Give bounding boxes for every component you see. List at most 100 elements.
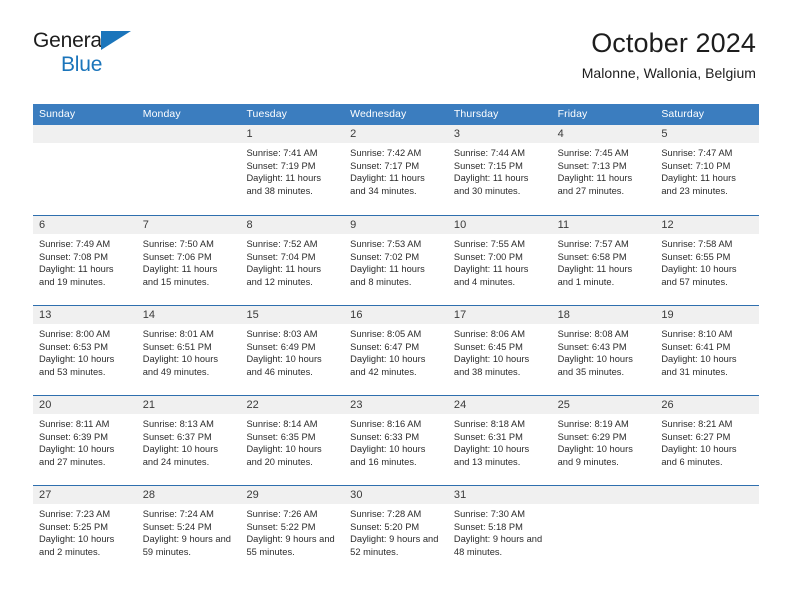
sunrise-text: Sunrise: 7:49 AM [39, 239, 111, 249]
sunrise-text: Sunrise: 8:00 AM [39, 329, 111, 339]
calendar-day-cell[interactable]: 25 Sunrise: 8:19 AM Sunset: 6:29 PM Dayligh… [551, 396, 656, 485]
day-number: 25 [551, 396, 656, 414]
sunrise-text: Sunrise: 7:41 AM [246, 148, 318, 158]
daylight-text: Daylight: 11 hours and 34 minutes. [350, 173, 425, 196]
calendar-day-cell[interactable]: 31 Sunrise: 7:30 AM Sunset: 5:18 PM Dayligh… [447, 486, 552, 575]
sunset-text: Sunset: 6:49 PM [246, 341, 316, 352]
sunset-text: Sunset: 6:37 PM [142, 431, 212, 442]
day-details: Sunrise: 8:11 AM Sunset: 6:39 PM Daylight:… [33, 414, 137, 468]
day-number: 1 [240, 125, 345, 143]
daylight-text: Daylight: 10 hours and 27 minutes. [39, 444, 115, 467]
sunrise-text: Sunrise: 7:24 AM [142, 509, 214, 519]
calendar-weeks: 1 Sunrise: 7:41 AM Sunset: 7:19 PM Daylight… [33, 125, 760, 575]
day-number: 15 [240, 306, 345, 324]
day-details: Sunrise: 7:26 AM Sunset: 5:22 PM Daylight:… [240, 504, 344, 558]
sunrise-text: Sunrise: 8:21 AM [661, 419, 733, 429]
daylight-text: Daylight: 10 hours and 53 minutes. [39, 354, 115, 377]
sunrise-text: Sunrise: 8:08 AM [557, 329, 629, 339]
calendar-day-cell[interactable]: 20 Sunrise: 8:11 AM Sunset: 6:39 PM Dayligh… [33, 396, 137, 485]
calendar-day-cell[interactable]: 7 Sunrise: 7:50 AM Sunset: 7:06 PM Daylight… [136, 216, 241, 305]
sunset-text: Sunset: 5:20 PM [350, 521, 420, 532]
calendar-day-cell[interactable]: 19 Sunrise: 8:10 AM Sunset: 6:41 PM Dayligh… [655, 306, 760, 395]
sunset-text: Sunset: 6:43 PM [557, 341, 627, 352]
day-details: Sunrise: 7:53 AM Sunset: 7:02 PM Daylight:… [344, 234, 448, 288]
calendar-day-cell[interactable]: 1 Sunrise: 7:41 AM Sunset: 7:19 PM Daylight… [240, 125, 345, 215]
title-block: October 2024 Malonne, Wallonia, Belgium [582, 28, 756, 81]
calendar-day-cell[interactable]: 18 Sunrise: 8:08 AM Sunset: 6:43 PM Dayligh… [551, 306, 656, 395]
calendar-day-cell[interactable]: 16 Sunrise: 8:05 AM Sunset: 6:47 PM Dayligh… [344, 306, 448, 395]
page-title: October 2024 [591, 28, 756, 58]
calendar-day-cell[interactable]: 3 Sunrise: 7:44 AM Sunset: 7:15 PM Daylight… [447, 125, 552, 215]
day-details: Sunrise: 7:45 AM Sunset: 7:13 PM Daylight:… [552, 143, 656, 197]
sunset-text: Sunset: 6:41 PM [661, 341, 731, 352]
sunset-text: Sunset: 6:39 PM [39, 431, 109, 442]
calendar-day-cell[interactable]: 8 Sunrise: 7:52 AM Sunset: 7:04 PM Daylight… [240, 216, 345, 305]
sunset-text: Sunset: 5:18 PM [453, 521, 523, 532]
day-number: 3 [447, 125, 552, 143]
calendar-day-cell[interactable]: 12 Sunrise: 7:58 AM Sunset: 6:55 PM Dayligh… [655, 216, 760, 305]
calendar-day-cell-empty [655, 486, 760, 575]
calendar-day-cell[interactable]: 27 Sunrise: 7:23 AM Sunset: 5:25 PM Dayligh… [33, 486, 137, 575]
calendar-day-cell[interactable]: 4 Sunrise: 7:45 AM Sunset: 7:13 PM Daylight… [551, 125, 656, 215]
calendar-day-cell[interactable]: 5 Sunrise: 7:47 AM Sunset: 7:10 PM Daylight… [655, 125, 760, 215]
calendar-day-cell[interactable]: 24 Sunrise: 8:18 AM Sunset: 6:31 PM Dayligh… [447, 396, 552, 485]
sunset-text: Sunset: 7:17 PM [350, 160, 420, 171]
calendar-day-cell-empty [33, 125, 137, 215]
sunrise-text: Sunrise: 7:50 AM [142, 239, 214, 249]
logo-text-general: General [33, 29, 107, 52]
sunset-text: Sunset: 6:31 PM [453, 431, 523, 442]
calendar-day-cell[interactable]: 13 Sunrise: 8:00 AM Sunset: 6:53 PM Dayligh… [33, 306, 137, 395]
day-details: Sunrise: 8:06 AM Sunset: 6:45 PM Daylight:… [448, 324, 552, 378]
day-details: Sunrise: 7:58 AM Sunset: 6:55 PM Daylight:… [655, 234, 759, 288]
calendar-day-cell[interactable]: 15 Sunrise: 8:03 AM Sunset: 6:49 PM Dayligh… [240, 306, 345, 395]
day-number: 24 [447, 396, 552, 414]
calendar-day-cell[interactable]: 21 Sunrise: 8:13 AM Sunset: 6:37 PM Dayligh… [136, 396, 241, 485]
calendar-day-cell[interactable]: 9 Sunrise: 7:53 AM Sunset: 7:02 PM Daylight… [344, 216, 448, 305]
calendar-day-cell[interactable]: 11 Sunrise: 7:57 AM Sunset: 6:58 PM Dayligh… [551, 216, 656, 305]
sunrise-text: Sunrise: 7:58 AM [661, 239, 733, 249]
daylight-text: Daylight: 11 hours and 8 minutes. [350, 264, 425, 287]
daylight-text: Daylight: 11 hours and 12 minutes. [246, 264, 322, 287]
day-number: 29 [240, 486, 345, 504]
day-details: Sunrise: 8:05 AM Sunset: 6:47 PM Daylight:… [344, 324, 448, 378]
calendar-day-cell[interactable]: 28 Sunrise: 7:24 AM Sunset: 5:24 PM Dayligh… [136, 486, 241, 575]
calendar-week-row: 27 Sunrise: 7:23 AM Sunset: 5:25 PM Dayligh… [33, 485, 760, 575]
sunset-text: Sunset: 7:19 PM [246, 160, 316, 171]
calendar-day-cell[interactable]: 23 Sunrise: 8:16 AM Sunset: 6:33 PM Dayligh… [344, 396, 448, 485]
sunset-text: Sunset: 6:47 PM [350, 341, 420, 352]
day-number: 12 [655, 216, 760, 234]
day-number: 20 [33, 396, 137, 414]
day-number: 9 [344, 216, 448, 234]
sunset-text: Sunset: 6:58 PM [557, 251, 627, 262]
day-number: 10 [447, 216, 552, 234]
sunrise-text: Sunrise: 7:52 AM [246, 239, 318, 249]
sunset-text: Sunset: 7:15 PM [453, 160, 523, 171]
page-header: General Blue October 2024 Malonne, Wallo… [0, 0, 792, 81]
day-details: Sunrise: 7:24 AM Sunset: 5:24 PM Daylight:… [137, 504, 241, 558]
daylight-text: Daylight: 9 hours and 59 minutes. [142, 534, 231, 557]
calendar-day-cell-empty [551, 486, 656, 575]
day-details: Sunrise: 8:18 AM Sunset: 6:31 PM Daylight:… [448, 414, 552, 468]
day-details: Sunrise: 7:55 AM Sunset: 7:00 PM Daylight:… [448, 234, 552, 288]
day-number: 14 [136, 306, 241, 324]
calendar-day-cell[interactable]: 30 Sunrise: 7:28 AM Sunset: 5:20 PM Dayligh… [344, 486, 448, 575]
day-number: 27 [33, 486, 137, 504]
calendar-day-cell[interactable]: 14 Sunrise: 8:01 AM Sunset: 6:51 PM Dayligh… [136, 306, 241, 395]
logo-triangle-icon [101, 31, 131, 50]
daylight-text: Daylight: 10 hours and 6 minutes. [661, 444, 737, 467]
calendar-day-cell[interactable]: 2 Sunrise: 7:42 AM Sunset: 7:17 PM Daylight… [344, 125, 448, 215]
daylight-text: Daylight: 10 hours and 35 minutes. [557, 354, 633, 377]
sunrise-text: Sunrise: 8:11 AM [39, 419, 110, 429]
sunset-text: Sunset: 7:06 PM [142, 251, 212, 262]
calendar-day-cell[interactable]: 17 Sunrise: 8:06 AM Sunset: 6:45 PM Dayligh… [447, 306, 552, 395]
calendar-day-cell[interactable]: 10 Sunrise: 7:55 AM Sunset: 7:00 PM Dayligh… [447, 216, 552, 305]
sunset-text: Sunset: 6:53 PM [39, 341, 109, 352]
day-details: Sunrise: 8:16 AM Sunset: 6:33 PM Daylight:… [344, 414, 448, 468]
calendar-day-cell[interactable]: 29 Sunrise: 7:26 AM Sunset: 5:22 PM Dayligh… [240, 486, 345, 575]
calendar-day-cell[interactable]: 26 Sunrise: 8:21 AM Sunset: 6:27 PM Dayligh… [655, 396, 760, 485]
sunrise-text: Sunrise: 8:14 AM [246, 419, 318, 429]
calendar-day-cell[interactable]: 6 Sunrise: 7:49 AM Sunset: 7:08 PM Daylight… [33, 216, 137, 305]
sunrise-text: Sunrise: 7:23 AM [39, 509, 111, 519]
calendar-day-cell[interactable]: 22 Sunrise: 8:14 AM Sunset: 6:35 PM Dayligh… [240, 396, 345, 485]
sunrise-text: Sunrise: 7:55 AM [453, 239, 525, 249]
